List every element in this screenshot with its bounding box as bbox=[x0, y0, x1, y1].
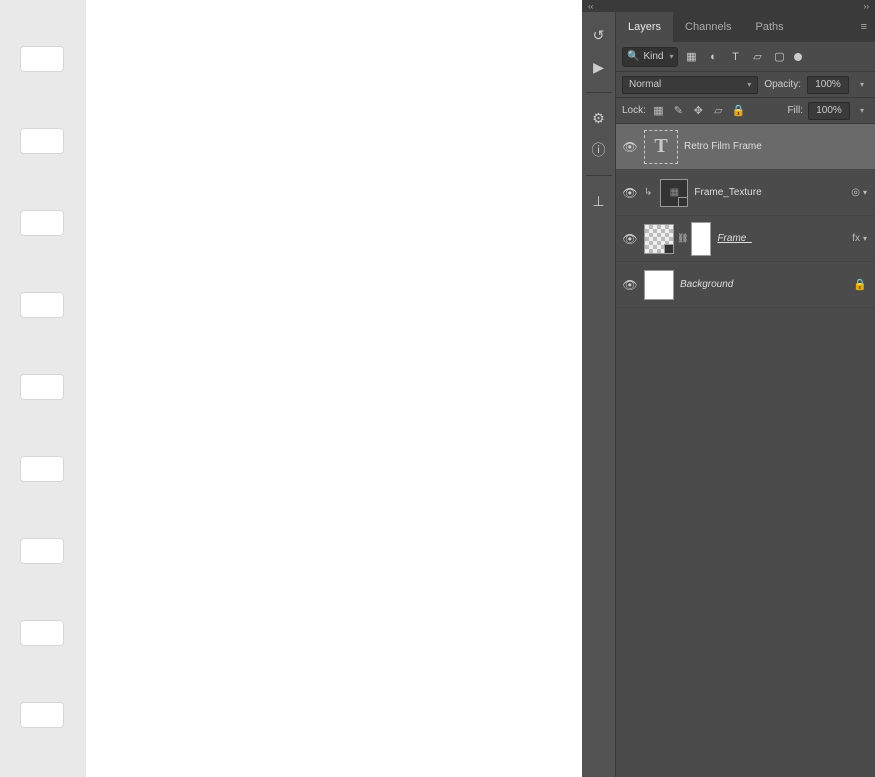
visibility-toggle-icon[interactable]: 👁 bbox=[622, 139, 638, 155]
filter-smart-objects-icon[interactable]: ▢ bbox=[770, 48, 788, 66]
film-sprocket bbox=[20, 374, 64, 400]
blend-mode-value: Normal bbox=[629, 79, 661, 90]
lock-image-pixels-icon[interactable]: ✎ bbox=[671, 103, 686, 118]
film-sprocket bbox=[20, 128, 64, 154]
actions-panel-icon[interactable]: ▶ bbox=[590, 58, 608, 76]
visibility-toggle-icon[interactable]: 👁 bbox=[622, 277, 638, 293]
lock-position-icon[interactable]: ✥ bbox=[691, 103, 706, 118]
layer-mask-thumbnail[interactable] bbox=[691, 222, 711, 256]
tab-layers[interactable]: Layers bbox=[616, 12, 673, 42]
layers-list[interactable]: 👁 T Retro Film Frame 👁 ↳ ▦ Frame_Texture… bbox=[616, 124, 875, 777]
film-sprocket bbox=[20, 456, 64, 482]
lock-all-icon[interactable]: 🔒 bbox=[731, 103, 746, 118]
toolstrip-separator bbox=[586, 92, 612, 93]
clipping-mask-icon: ↳ bbox=[644, 187, 652, 198]
lock-icon: 🔒 bbox=[853, 278, 867, 291]
opacity-input[interactable]: 100% bbox=[807, 76, 849, 94]
document-canvas[interactable]: RETRO FILM FRAME bbox=[0, 0, 582, 777]
advanced-blending-icon[interactable]: ◎ bbox=[851, 187, 860, 198]
layer-thumbnail-type[interactable]: T bbox=[644, 130, 678, 164]
clone-source-panel-icon[interactable]: ⊥ bbox=[590, 192, 608, 210]
film-strip-graphic: RETRO FILM FRAME bbox=[0, 0, 86, 777]
fill-input[interactable]: 100% bbox=[808, 102, 850, 120]
visibility-toggle-icon[interactable]: 👁 bbox=[622, 185, 638, 201]
layer-name[interactable]: Frame_Texture bbox=[694, 187, 845, 198]
info-panel-icon[interactable]: ⓘ bbox=[590, 141, 608, 159]
layer-row[interactable]: 👁 ↳ ▦ Frame_Texture ◎ ▾ bbox=[616, 170, 875, 216]
mask-link-icon[interactable]: ⛓ bbox=[677, 233, 688, 244]
lock-transparent-pixels-icon[interactable]: ▦ bbox=[651, 103, 666, 118]
filter-shape-layers-icon[interactable]: ▱ bbox=[748, 48, 766, 66]
layer-name[interactable]: Frame_ bbox=[717, 233, 846, 244]
fill-label: Fill: bbox=[787, 105, 803, 116]
opacity-label: Opacity: bbox=[764, 79, 801, 90]
film-strip-label: RETRO FILM FRAME bbox=[0, 574, 1, 751]
layer-filter-kind-label: Kind bbox=[643, 51, 663, 62]
layer-row[interactable]: 👁 ⛓ Frame_ fx ▾ bbox=[616, 216, 875, 262]
chevron-down-icon: ▾ bbox=[747, 80, 751, 89]
layer-filter-kind-dropdown[interactable]: 🔍 Kind ▾ bbox=[622, 47, 678, 67]
search-icon: 🔍 bbox=[627, 51, 639, 62]
filter-toggle-switch[interactable] bbox=[794, 53, 802, 61]
collapse-right-icon: ›› bbox=[864, 2, 869, 11]
panel-collapse-bar[interactable]: ‹‹ ›› bbox=[582, 0, 875, 12]
film-sprocket bbox=[20, 702, 64, 728]
layer-thumbnail-smartobject[interactable]: ▦ bbox=[660, 179, 688, 207]
film-sprocket bbox=[20, 538, 64, 564]
layer-thumbnail[interactable] bbox=[644, 224, 674, 254]
fill-scrubber-icon[interactable]: ▾ bbox=[855, 106, 869, 115]
toolstrip-separator bbox=[586, 175, 612, 176]
opacity-scrubber-icon[interactable]: ▾ bbox=[855, 80, 869, 89]
layer-name[interactable]: Background bbox=[680, 279, 847, 290]
chevron-down-icon[interactable]: ▾ bbox=[863, 234, 867, 243]
chevron-down-icon: ▾ bbox=[669, 52, 673, 61]
layer-row[interactable]: 👁 T Retro Film Frame bbox=[616, 124, 875, 170]
layer-effects-badge[interactable]: fx bbox=[852, 233, 860, 244]
properties-panel-icon[interactable]: ⚙ bbox=[590, 109, 608, 127]
tab-channels[interactable]: Channels bbox=[673, 12, 743, 42]
film-sprocket bbox=[20, 210, 64, 236]
lock-label: Lock: bbox=[622, 105, 646, 116]
filter-pixel-layers-icon[interactable]: ▦ bbox=[682, 48, 700, 66]
tab-paths[interactable]: Paths bbox=[744, 12, 796, 42]
history-panel-icon[interactable]: ↺ bbox=[590, 26, 608, 44]
chevron-down-icon[interactable]: ▾ bbox=[863, 188, 867, 197]
layer-thumbnail[interactable] bbox=[644, 270, 674, 300]
filter-adjustment-layers-icon[interactable]: ◐ bbox=[704, 48, 722, 66]
panel-menu-icon[interactable]: ≡ bbox=[853, 12, 875, 42]
visibility-toggle-icon[interactable]: 👁 bbox=[622, 231, 638, 247]
layer-row[interactable]: 👁 Background 🔒 bbox=[616, 262, 875, 308]
film-sprocket bbox=[20, 292, 64, 318]
lock-artboard-icon[interactable]: ▱ bbox=[711, 103, 726, 118]
layer-name[interactable]: Retro Film Frame bbox=[684, 141, 867, 152]
film-sprocket bbox=[20, 46, 64, 72]
filter-type-layers-icon[interactable]: T bbox=[726, 48, 744, 66]
collapse-left-icon: ‹‹ bbox=[588, 2, 593, 11]
film-sprocket bbox=[20, 620, 64, 646]
blend-mode-dropdown[interactable]: Normal ▾ bbox=[622, 76, 758, 94]
